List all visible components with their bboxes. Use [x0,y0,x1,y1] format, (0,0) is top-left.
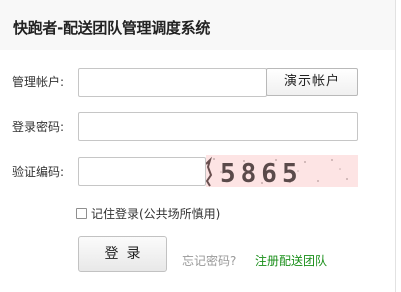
register-team-link[interactable]: 注册配送团队 [255,252,327,269]
password-input[interactable] [78,112,358,141]
captcha-image[interactable]: 5865 [205,155,358,189]
login-button[interactable]: 登录 [78,236,167,272]
captcha-label: 验证编码: [12,165,65,179]
remember-me[interactable]: 记住登录(公共场所慎用) [76,205,220,222]
account-input[interactable] [78,68,267,97]
page-title: 快跑者-配送团队管理调度系统 [13,19,211,37]
account-label: 管理帐户: [12,75,65,89]
panel-border [395,0,396,292]
header-bar: 快跑者-配送团队管理调度系统 [0,0,395,50]
captcha-graphic: 5865 [205,155,358,189]
captcha-code: 5865 [220,159,303,187]
demo-account-button[interactable]: 演示帐户 [266,68,358,96]
remember-label: 记住登录(公共场所慎用) [91,207,221,221]
password-label: 登录密码: [12,120,65,134]
captcha-input[interactable] [78,157,206,186]
forgot-password-link[interactable]: 忘记密码? [182,252,236,269]
remember-checkbox[interactable] [76,208,87,219]
